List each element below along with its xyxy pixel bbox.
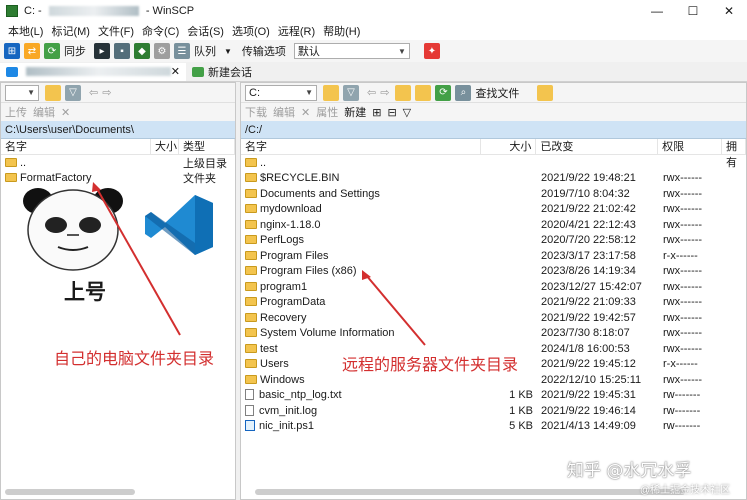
local-dir-annotation: 自己的电脑文件夹目录 <box>54 349 215 368</box>
annotation-arrows <box>92 182 426 346</box>
watermark-sub: @稀土掘金技术社区 <box>640 485 731 496</box>
remote-dir-annotation: 远程的服务器文件夹目录 <box>342 355 519 374</box>
watermark: 知乎 @水冗水孚 <box>567 461 692 481</box>
